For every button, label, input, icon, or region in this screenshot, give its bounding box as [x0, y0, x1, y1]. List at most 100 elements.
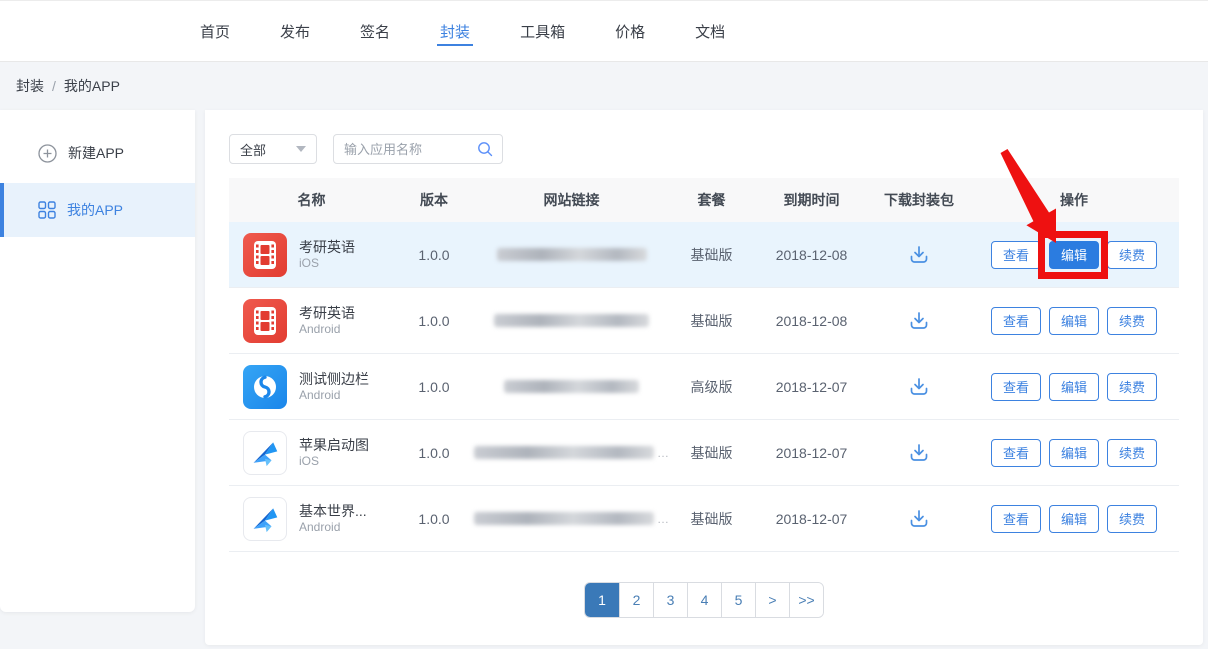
chevron-down-icon [296, 146, 306, 152]
next-page-button[interactable]: > [755, 583, 789, 617]
table-header-row: 名称 版本 网站链接 套餐 到期时间 下载封装包 操作 [229, 178, 1179, 222]
page-button-5[interactable]: 5 [721, 583, 755, 617]
filter-bar: 全部 [205, 110, 1203, 164]
table-row: 测试侧边栏 Android 1.0.0 高级版 2018-12-07 查看 [229, 354, 1179, 420]
category-select-value: 全部 [240, 140, 266, 159]
search-icon[interactable] [476, 140, 494, 158]
website-link-redacted [504, 380, 639, 393]
nav-item-docs[interactable]: 文档 [695, 0, 725, 62]
app-name: 苹果启动图 [299, 436, 369, 454]
edit-button[interactable]: 编辑 [1049, 505, 1099, 533]
website-link-redacted [474, 446, 654, 459]
renew-button[interactable]: 续费 [1107, 307, 1157, 335]
breadcrumb-separator: / [52, 78, 56, 94]
website-link-redacted [497, 248, 647, 261]
app-expiry-date: 2018-12-07 [754, 511, 869, 527]
page-button-2[interactable]: 2 [619, 583, 653, 617]
renew-button[interactable]: 续费 [1107, 505, 1157, 533]
app-expiry-date: 2018-12-08 [754, 247, 869, 263]
app-platform: Android [299, 388, 369, 404]
main-panel: 全部 名称 版本 网站链接 套餐 到期时间 下载封装包 操作 [205, 110, 1203, 645]
breadcrumb-parent[interactable]: 封装 [16, 76, 44, 96]
page-button-3[interactable]: 3 [653, 583, 687, 617]
nav-item-home[interactable]: 首页 [200, 0, 230, 62]
renew-button[interactable]: 续费 [1107, 373, 1157, 401]
column-header-actions: 操作 [969, 190, 1179, 210]
nav-item-publish[interactable]: 发布 [280, 0, 310, 62]
nav-item-toolbox[interactable]: 工具箱 [520, 0, 565, 62]
renew-button[interactable]: 续费 [1107, 439, 1157, 467]
app-expiry-date: 2018-12-07 [754, 445, 869, 461]
app-name: 基本世界... [299, 502, 367, 520]
edit-button[interactable]: 编辑 [1049, 241, 1099, 269]
last-page-button[interactable]: >> [789, 583, 823, 617]
download-icon [908, 442, 930, 464]
pagination: 1 2 3 4 5 > >> [584, 582, 824, 618]
app-platform: iOS [299, 454, 369, 470]
sidebar-item-label: 新建APP [68, 143, 124, 163]
paper-bird-app-icon [243, 431, 287, 475]
sidebar-item-my-apps[interactable]: 我的APP [0, 183, 195, 237]
app-plan: 高级版 [669, 377, 754, 397]
table-row: 基本世界... Android 1.0.0 … 基础版 2018-12-07 查… [229, 486, 1179, 552]
download-package-button[interactable] [904, 240, 934, 270]
page-button-1[interactable]: 1 [585, 583, 619, 617]
film-app-icon [243, 233, 287, 277]
view-button[interactable]: 查看 [991, 373, 1041, 401]
plus-circle-icon [38, 144, 57, 163]
grid-icon [38, 201, 56, 219]
column-header-name: 名称 [229, 190, 394, 210]
table-row: 考研英语 iOS 1.0.0 基础版 2018-12-08 查看 [229, 222, 1179, 288]
nav-item-sign[interactable]: 签名 [360, 0, 390, 62]
view-button[interactable]: 查看 [991, 307, 1041, 335]
edit-button[interactable]: 编辑 [1049, 373, 1099, 401]
app-expiry-date: 2018-12-07 [754, 379, 869, 395]
download-icon [908, 310, 930, 332]
search-input[interactable] [344, 142, 476, 157]
nav-item-pricing[interactable]: 价格 [615, 0, 645, 62]
website-link-redacted [474, 512, 654, 525]
sidebar: 新建APP 我的APP [0, 110, 195, 612]
download-icon [908, 244, 930, 266]
apps-table: 名称 版本 网站链接 套餐 到期时间 下载封装包 操作 [229, 178, 1179, 552]
column-header-download: 下载封装包 [869, 190, 969, 210]
ellipsis: … [657, 446, 669, 460]
download-package-button[interactable] [904, 438, 934, 468]
view-button[interactable]: 查看 [991, 505, 1041, 533]
ellipsis: … [657, 512, 669, 526]
app-expiry-date: 2018-12-08 [754, 313, 869, 329]
sidebar-item-new-app[interactable]: 新建APP [0, 123, 195, 183]
app-version: 1.0.0 [394, 247, 474, 263]
column-header-plan: 套餐 [669, 190, 754, 210]
app-version: 1.0.0 [394, 511, 474, 527]
app-plan: 基础版 [669, 443, 754, 463]
app-name: 测试侧边栏 [299, 370, 369, 388]
category-select[interactable]: 全部 [229, 134, 317, 164]
paper-bird-app-icon [243, 497, 287, 541]
view-button[interactable]: 查看 [991, 439, 1041, 467]
edit-button[interactable]: 编辑 [1049, 439, 1099, 467]
film-app-icon [243, 299, 287, 343]
download-package-button[interactable] [904, 372, 934, 402]
column-header-expiry: 到期时间 [754, 190, 869, 210]
column-header-version: 版本 [394, 190, 474, 210]
app-plan: 基础版 [669, 311, 754, 331]
edit-button[interactable]: 编辑 [1049, 307, 1099, 335]
sidebar-item-label: 我的APP [67, 200, 123, 220]
app-name: 考研英语 [299, 238, 355, 256]
download-package-button[interactable] [904, 306, 934, 336]
app-platform: iOS [299, 256, 355, 272]
app-version: 1.0.0 [394, 379, 474, 395]
app-version: 1.0.0 [394, 313, 474, 329]
download-package-button[interactable] [904, 504, 934, 534]
view-button[interactable]: 查看 [991, 241, 1041, 269]
app-platform: Android [299, 520, 367, 536]
table-row: 考研英语 Android 1.0.0 基础版 2018-12-08 查看 [229, 288, 1179, 354]
renew-button[interactable]: 续费 [1107, 241, 1157, 269]
s-logo-app-icon [243, 365, 287, 409]
breadcrumb-current: 我的APP [64, 76, 120, 96]
website-link-redacted [494, 314, 649, 327]
app-platform: Android [299, 322, 355, 338]
nav-item-package[interactable]: 封装 [440, 0, 470, 62]
page-button-4[interactable]: 4 [687, 583, 721, 617]
